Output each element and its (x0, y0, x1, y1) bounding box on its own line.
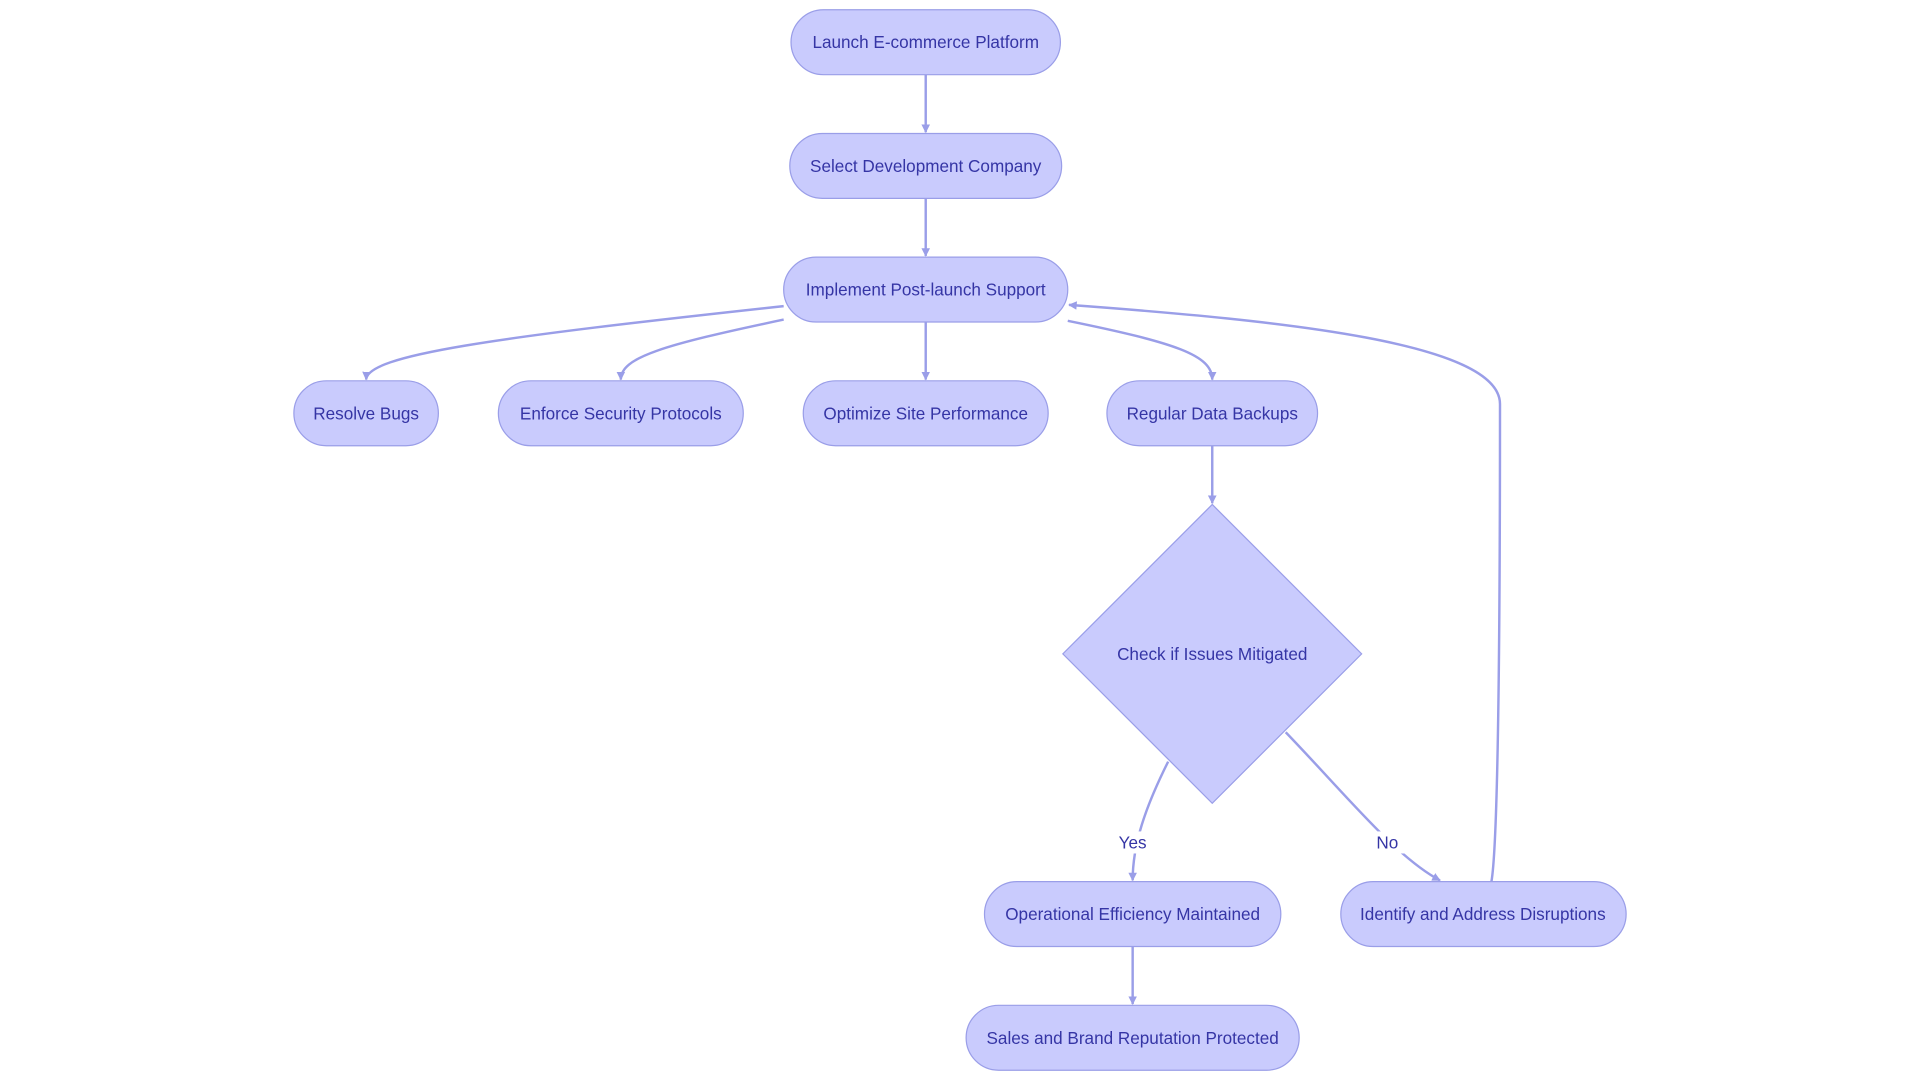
node-label: Regular Data Backups (1127, 403, 1298, 423)
edge-check-to-efficiency (1128, 761, 1170, 882)
node-label: Identify and Address Disruptions (1360, 904, 1606, 924)
node-label: Sales and Brand Reputation Protected (987, 1028, 1279, 1048)
edge-implement-to-backups (1067, 319, 1217, 381)
edge-label-no: No (1376, 832, 1398, 852)
node-sales: Sales and Brand Reputation Protected (965, 1004, 1300, 1071)
node-label: Enforce Security Protocols (520, 403, 722, 423)
node-label: Check if Issues Mitigated (1117, 644, 1307, 664)
decision-check: Check if Issues Mitigated (1061, 503, 1363, 805)
edge-implement-to-security (616, 318, 784, 381)
node-bugs: Resolve Bugs (293, 380, 439, 447)
node-select: Select Development Company (789, 132, 1063, 199)
edge-label-yes: Yes (1119, 832, 1147, 852)
node-implement: Implement Post-launch Support (783, 256, 1069, 323)
node-label: Launch E-commerce Platform (812, 32, 1039, 52)
node-launch: Launch E-commerce Platform (790, 9, 1062, 76)
node-label: Select Development Company (810, 156, 1042, 176)
flowchart: Launch E-commerce Platform Select Develo… (293, 9, 1627, 1071)
node-security: Enforce Security Protocols (497, 380, 744, 447)
node-label: Resolve Bugs (313, 403, 419, 423)
node-label: Operational Efficiency Maintained (1005, 904, 1260, 924)
node-identify: Identify and Address Disruptions (1340, 881, 1627, 948)
node-label: Optimize Site Performance (823, 403, 1028, 423)
node-efficiency: Operational Efficiency Maintained (983, 881, 1282, 948)
node-performance: Optimize Site Performance (802, 380, 1049, 447)
node-backups: Regular Data Backups (1106, 380, 1319, 447)
edge-check-to-identify (1284, 731, 1441, 882)
edge-implement-to-bugs (362, 304, 784, 381)
node-label: Implement Post-launch Support (806, 280, 1046, 300)
